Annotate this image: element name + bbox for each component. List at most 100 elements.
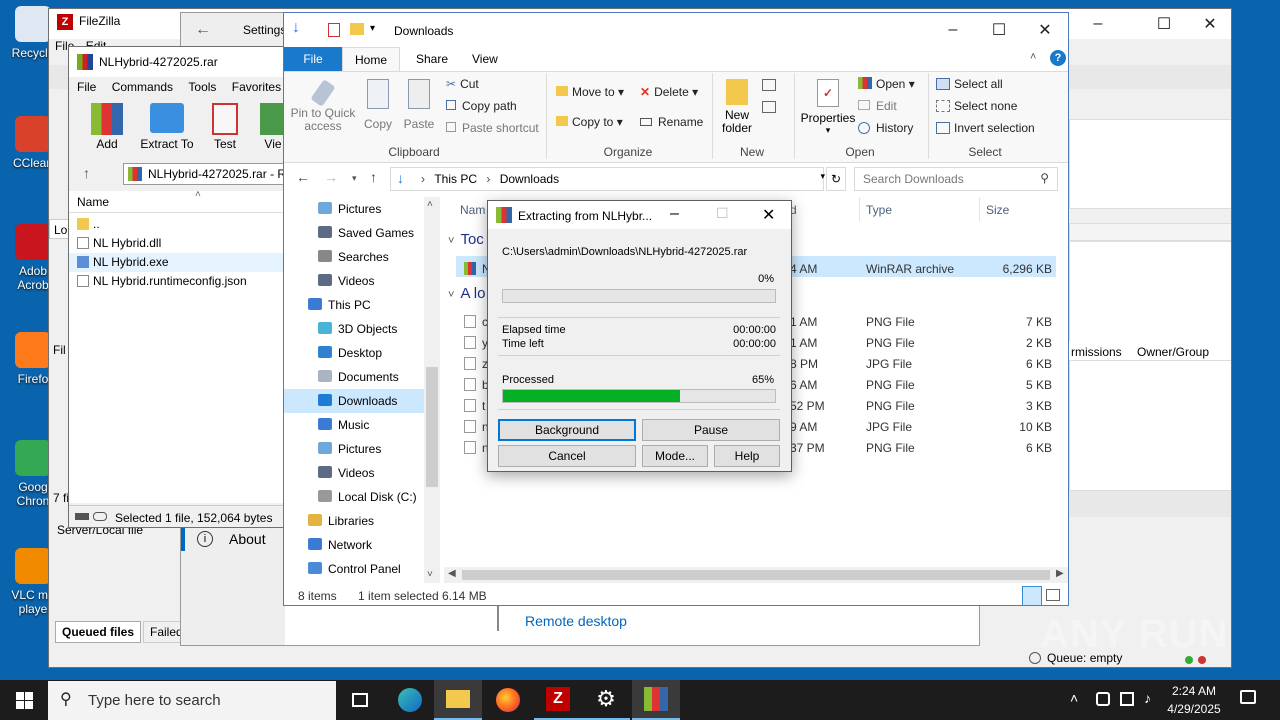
forward-button[interactable]: →	[324, 169, 338, 185]
start-button[interactable]	[0, 680, 48, 720]
list-item[interactable]: NL Hybrid.dll	[69, 234, 289, 253]
clock-time[interactable]: 2:24 AM	[1164, 684, 1224, 698]
new-item-icon[interactable]	[762, 79, 776, 91]
list-item[interactable]: ..	[69, 215, 289, 234]
background-button[interactable]: Background	[498, 419, 636, 441]
col-size[interactable]: Size	[986, 203, 1009, 217]
nav-item[interactable]: Desktop	[318, 341, 382, 365]
tiles-view-icon[interactable]	[1046, 589, 1060, 601]
explorer-close-button[interactable]: ✕	[1022, 15, 1068, 45]
help-button[interactable]: Help	[714, 445, 780, 467]
tab-home[interactable]: Home	[342, 47, 401, 71]
ribbon-collapse-icon[interactable]: ˄	[1030, 51, 1036, 63]
winrar-test-button[interactable]: Test	[205, 103, 245, 153]
col-permissions[interactable]: rmissions	[1071, 345, 1122, 359]
cut-button[interactable]: ✂ Cut	[446, 77, 479, 91]
nav-item[interactable]: Videos	[318, 269, 374, 293]
extract-minimize-button[interactable]: –	[670, 205, 679, 223]
taskbar-edge[interactable]	[386, 680, 434, 720]
network-icon[interactable]	[1096, 692, 1110, 706]
copy-button[interactable]: Copy	[362, 77, 394, 131]
taskbar-winrar[interactable]	[632, 680, 680, 720]
tab-view[interactable]: View	[460, 47, 510, 71]
nav-item[interactable]: Pictures	[318, 197, 381, 221]
taskbar-explorer[interactable]	[434, 680, 482, 720]
paste-button[interactable]: Paste	[402, 77, 436, 131]
copy-path-button[interactable]: Copy path	[446, 99, 517, 113]
tab-queued-files[interactable]: Queued files	[55, 621, 142, 643]
qat-properties-icon[interactable]	[328, 23, 340, 37]
refresh-button[interactable]: ↻	[826, 167, 846, 191]
nav-scrollbar[interactable]: ˄ ˅	[424, 197, 440, 583]
taskbar-filezilla[interactable]: Z	[534, 680, 582, 720]
col-name[interactable]: Nam	[460, 203, 485, 217]
cancel-button[interactable]: Cancel	[498, 445, 636, 467]
winrar-menu-file[interactable]: File	[77, 80, 96, 94]
invert-selection-button[interactable]: Invert selection	[936, 121, 1035, 135]
nav-item[interactable]: Saved Games	[318, 221, 414, 245]
remote-desktop-link[interactable]: Remote desktop	[525, 613, 627, 629]
nav-item[interactable]: This PC	[308, 293, 371, 317]
copy-to-button[interactable]: Copy to ▾	[556, 115, 623, 129]
nav-item[interactable]: Pictures	[318, 437, 381, 461]
select-none-button[interactable]: Select none	[936, 99, 1017, 113]
back-arrow-icon[interactable]: ←	[195, 21, 211, 39]
group-longago-header[interactable]: ˅ A lo	[448, 285, 485, 302]
breadcrumb-downloads[interactable]: Downloads	[500, 172, 559, 186]
address-bar[interactable]: ↓ › This PC › Downloads ▾	[390, 167, 825, 191]
winrar-add-button[interactable]: Add	[85, 103, 129, 153]
breadcrumb-this-pc[interactable]: This PC	[434, 172, 477, 186]
nav-item[interactable]: Music	[318, 413, 369, 437]
winrar-col-name[interactable]: Name	[77, 195, 109, 209]
rename-button[interactable]: Rename	[640, 115, 703, 129]
recent-dropdown-icon[interactable]: ▾	[352, 173, 357, 184]
details-view-icon[interactable]	[1022, 586, 1042, 605]
qat-folder-icon[interactable]	[350, 23, 364, 35]
nav-item[interactable]: Documents	[318, 365, 399, 389]
notification-icon[interactable]	[1240, 690, 1256, 704]
nav-item[interactable]: Downloads	[318, 389, 397, 413]
group-today-header[interactable]: ˅ Toc	[448, 231, 484, 248]
nav-item[interactable]: Control Panel	[308, 557, 401, 581]
minimize-button[interactable]: –	[1075, 9, 1121, 39]
qat-dropdown-icon[interactable]: ▾	[370, 23, 375, 34]
easy-access-icon[interactable]	[762, 101, 776, 113]
winrar-menu-favorites[interactable]: Favorites	[232, 80, 281, 94]
winrar-path-box[interactable]: NLHybrid-4272025.rar - RA	[123, 163, 289, 185]
tab-share[interactable]: Share	[404, 47, 460, 71]
winrar-menu-commands[interactable]: Commands	[112, 80, 173, 94]
history-button[interactable]: History	[858, 121, 913, 135]
up-arrow-icon[interactable]: ↑	[83, 165, 90, 181]
new-folder-button[interactable]: New folder	[720, 77, 754, 135]
settings-about[interactable]: About	[229, 531, 266, 547]
explorer-minimize-button[interactable]: –	[930, 15, 976, 45]
up-button[interactable]: ↑	[370, 169, 377, 185]
pause-button[interactable]: Pause	[642, 419, 780, 441]
list-item[interactable]: NL Hybrid.exe	[69, 253, 289, 272]
properties-button[interactable]: ✓ Properties ▾	[800, 77, 856, 136]
nav-item[interactable]: Network	[308, 533, 372, 557]
close-button[interactable]: ✕	[1187, 9, 1231, 39]
taskbar-firefox[interactable]	[484, 680, 532, 720]
list-item[interactable]: NL Hybrid.runtimeconfig.json	[69, 272, 289, 291]
nav-item[interactable]: 3D Objects	[318, 317, 397, 341]
select-all-button[interactable]: Select all	[936, 77, 1003, 91]
edit-button[interactable]: Edit	[858, 99, 897, 113]
address-dropdown-icon[interactable]: ▾	[820, 171, 825, 182]
pin-quick-access-button[interactable]: Pin to Quick access	[290, 77, 356, 133]
taskbar-settings[interactable]: ⚙	[582, 680, 630, 720]
nav-item[interactable]: Videos	[318, 461, 374, 485]
tab-file[interactable]: File	[284, 47, 342, 71]
paste-shortcut-button[interactable]: Paste shortcut	[446, 121, 539, 135]
extract-close-button[interactable]: ✕	[762, 205, 775, 225]
nav-item[interactable]: Searches	[318, 245, 389, 269]
mode-button[interactable]: Mode...	[642, 445, 708, 467]
winrar-extract-button[interactable]: Extract To	[139, 103, 195, 153]
move-to-button[interactable]: Move to ▾	[556, 85, 624, 99]
horizontal-scrollbar[interactable]: ◀ ▶	[444, 567, 1068, 583]
explorer-maximize-button[interactable]: ☐	[976, 15, 1022, 45]
help-icon[interactable]: ?	[1050, 50, 1066, 66]
volume-icon[interactable]: ♪	[1144, 690, 1151, 706]
search-box[interactable]: Search Downloads ⚲	[854, 167, 1058, 191]
delete-button[interactable]: ✕ Delete ▾	[640, 85, 698, 99]
